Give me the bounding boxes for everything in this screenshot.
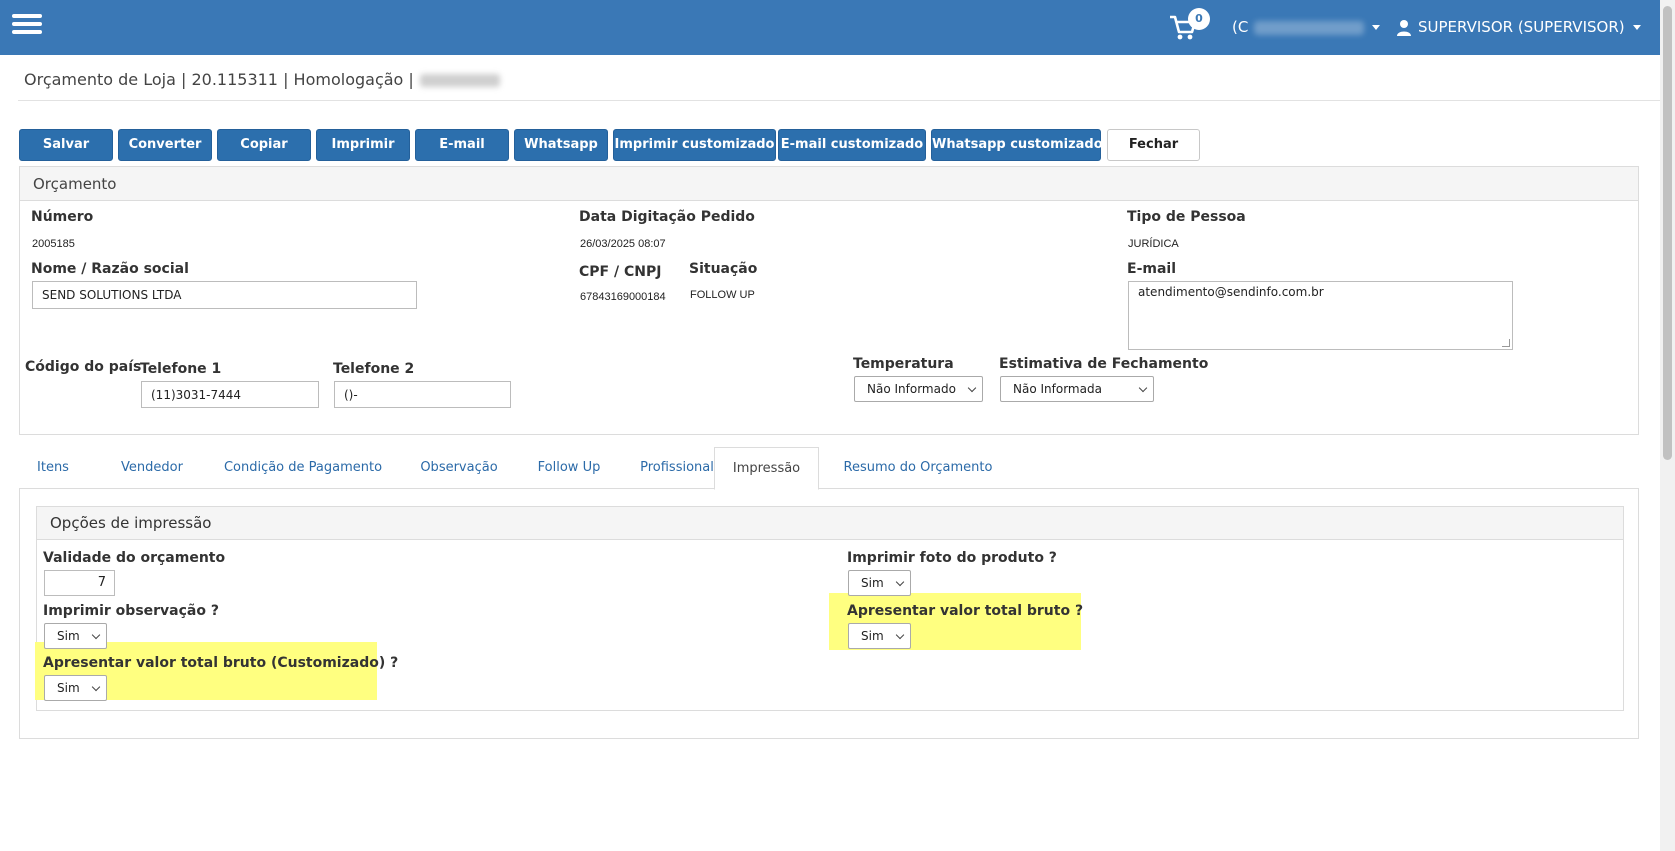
panel-heading: Opções de impressão: [37, 507, 1623, 540]
email-label: E-mail: [1127, 261, 1177, 277]
nome-label: Nome / Razão social: [31, 261, 189, 277]
chevron-down-icon: [1138, 383, 1148, 393]
cpf-cnpj-label: CPF / CNPJ: [579, 264, 662, 280]
estimativa-select[interactable]: Não Informada: [1000, 376, 1154, 402]
cpf-cnpj-value: 67843169000184: [580, 291, 666, 303]
opcoes-impressao-panel: Opções de impressão Validade do orçament…: [35, 506, 1624, 711]
user-icon: [1397, 19, 1411, 36]
tab-observacao[interactable]: Observação: [403, 447, 515, 489]
whatsapp-customizado-button[interactable]: Whatsapp customizado: [931, 129, 1103, 161]
tab-vendedor[interactable]: Vendedor: [101, 447, 203, 489]
validade-label: Validade do orçamento: [43, 550, 226, 566]
tab-follow-up[interactable]: Follow Up: [517, 447, 621, 489]
account-selector-label: (C: [1232, 18, 1249, 36]
numero-label: Número: [31, 209, 94, 225]
email-value: atendimento@sendinfo.com.br: [1138, 285, 1324, 299]
bruto-label: Apresentar valor total bruto ?: [847, 603, 1084, 619]
email-button[interactable]: E-mail: [415, 129, 509, 161]
user-menu[interactable]: SUPERVISOR (SUPERVISOR): [1396, 16, 1641, 38]
page-title: Orçamento de Loja | 20.115311 | Homologa…: [24, 70, 500, 89]
telefone2-label: Telefone 2: [333, 361, 415, 377]
situacao-label: Situação: [689, 261, 758, 277]
telefone1-input[interactable]: (11)3031-7444: [141, 381, 319, 408]
panel-heading: Orçamento: [20, 167, 1638, 201]
top-navbar: 0 (C SUPERVISOR (SUPERVISOR): [0, 0, 1660, 55]
tab-resumo-orcamento[interactable]: Resumo do Orçamento: [833, 447, 1003, 489]
email-textarea[interactable]: atendimento@sendinfo.com.br: [1128, 281, 1513, 350]
bruto-customizado-label: Apresentar valor total bruto (Customizad…: [43, 655, 399, 671]
estimativa-value: Não Informada: [1013, 382, 1102, 396]
user-label: SUPERVISOR (SUPERVISOR): [1418, 18, 1625, 36]
temperatura-select[interactable]: Não Informado: [854, 376, 983, 402]
chevron-down-icon: [895, 630, 905, 640]
data-digitacao-label: Data Digitação Pedido: [579, 209, 755, 225]
numero-value: 2005185: [32, 238, 75, 250]
foto-produto-label: Imprimir foto do produto ?: [847, 550, 1057, 566]
tab-condicao-pagamento[interactable]: Condição de Pagamento: [205, 447, 401, 489]
bruto-value: Sim: [861, 629, 884, 643]
telefone2-input[interactable]: ()-: [334, 381, 511, 408]
bruto-customizado-value: Sim: [57, 681, 80, 695]
tab-itens[interactable]: Itens: [19, 447, 87, 489]
scrollbar-thumb[interactable]: [1663, 6, 1672, 460]
tab-content-impressao: Opções de impressão Validade do orçament…: [19, 489, 1639, 739]
email-customizado-button[interactable]: E-mail customizado: [778, 129, 926, 161]
redacted-text: [1254, 20, 1365, 35]
menu-icon[interactable]: [12, 14, 42, 34]
account-selector[interactable]: (C: [1232, 16, 1381, 38]
converter-button[interactable]: Converter: [118, 129, 212, 161]
page-scrollbar[interactable]: [1660, 0, 1675, 851]
copiar-button[interactable]: Copiar: [217, 129, 311, 161]
temperatura-label: Temperatura: [853, 356, 954, 372]
bruto-select[interactable]: Sim: [848, 623, 911, 649]
temperatura-value: Não Informado: [867, 382, 956, 396]
salvar-button[interactable]: Salvar: [19, 129, 113, 161]
nome-input[interactable]: SEND SOLUTIONS LTDA: [32, 281, 417, 309]
orcamento-panel: Orçamento Número 2005185 Data Digitação …: [19, 166, 1639, 435]
imprimir-customizado-button[interactable]: Imprimir customizado: [613, 129, 776, 161]
tipo-pessoa-value: JURÍDICA: [1128, 238, 1179, 250]
chevron-down-icon: [967, 383, 977, 393]
page-title-text: Orçamento de Loja | 20.115311 | Homologa…: [24, 70, 414, 89]
divider: [18, 100, 1660, 101]
foto-produto-select[interactable]: Sim: [848, 570, 911, 596]
redacted-text: [419, 74, 500, 87]
validade-input[interactable]: 7: [44, 570, 115, 596]
data-digitacao-value: 26/03/2025 08:07: [580, 238, 666, 250]
bruto-customizado-select[interactable]: Sim: [44, 675, 107, 701]
imprimir-observacao-select[interactable]: Sim: [44, 623, 107, 649]
tab-impressao[interactable]: Impressão: [714, 447, 819, 490]
estimativa-label: Estimativa de Fechamento: [999, 356, 1209, 372]
imprimir-button[interactable]: Imprimir: [316, 129, 410, 161]
situacao-value: FOLLOW UP: [690, 289, 755, 301]
imprimir-observacao-label: Imprimir observação ?: [43, 603, 219, 619]
chevron-down-icon: [1372, 25, 1381, 30]
chevron-down-icon: [1632, 25, 1641, 30]
resize-handle-icon[interactable]: [1502, 339, 1510, 347]
whatsapp-button[interactable]: Whatsapp: [514, 129, 608, 161]
tab-bar: Itens Vendedor Condição de Pagamento Obs…: [19, 447, 1639, 490]
foto-produto-value: Sim: [861, 576, 884, 590]
chevron-down-icon: [91, 630, 101, 640]
chevron-down-icon: [91, 682, 101, 692]
chevron-down-icon: [895, 577, 905, 587]
telefone1-label: Telefone 1: [140, 361, 222, 377]
fechar-button[interactable]: Fechar: [1107, 129, 1200, 161]
imprimir-observacao-value: Sim: [57, 629, 80, 643]
tipo-pessoa-label: Tipo de Pessoa: [1127, 209, 1246, 225]
cart-count-badge: 0: [1188, 8, 1210, 30]
codigo-pais-label: Código do país: [25, 359, 142, 375]
